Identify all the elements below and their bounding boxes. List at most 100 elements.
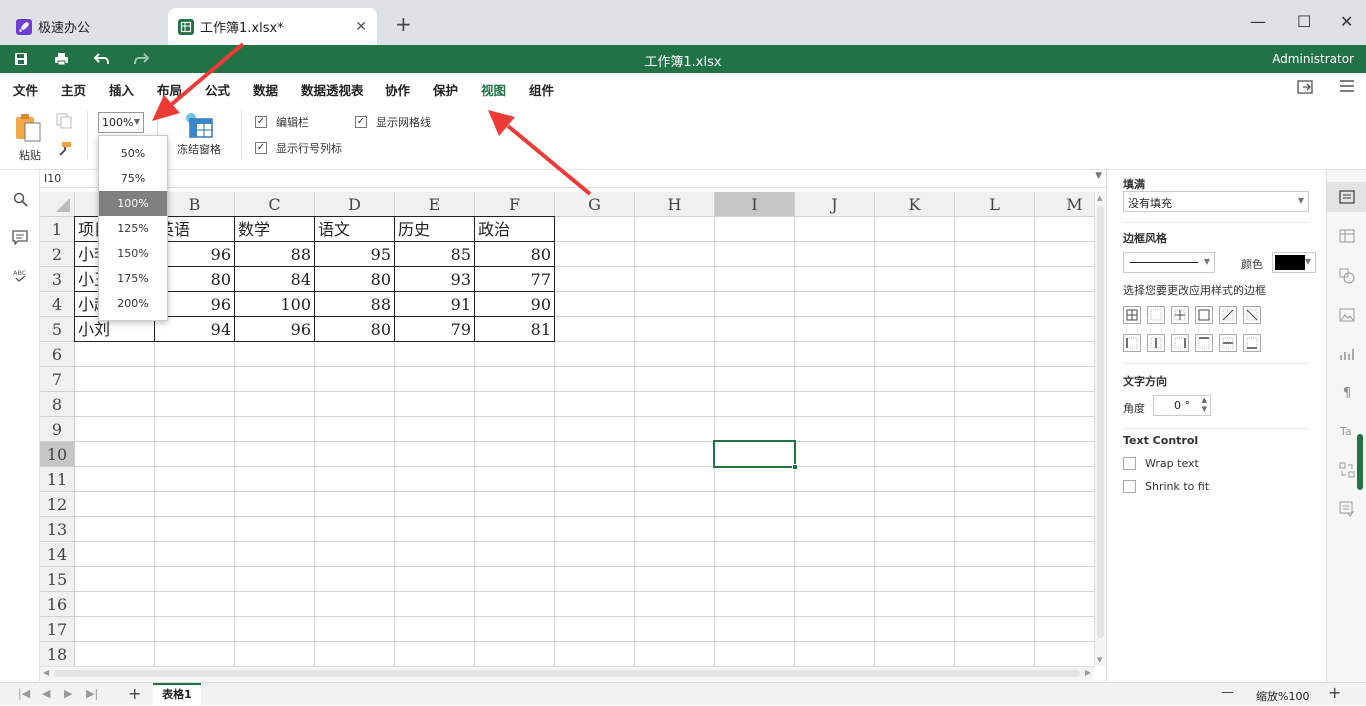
cell-d5[interactable]: 80 — [315, 317, 394, 342]
column-header-j[interactable]: J — [795, 192, 875, 217]
cell-c4[interactable]: 100 — [235, 292, 314, 317]
border-diagonal-down-icon[interactable] — [1243, 306, 1261, 324]
comment-icon[interactable] — [11, 228, 29, 246]
zoom-option-50[interactable]: 50% — [99, 141, 167, 166]
cell-settings-icon[interactable] — [1327, 182, 1366, 212]
zoom-option-75[interactable]: 75% — [99, 166, 167, 191]
cell-f5[interactable]: 81 — [475, 317, 554, 342]
cell-e2[interactable]: 85 — [395, 242, 474, 267]
new-tab-button[interactable]: + — [395, 12, 412, 36]
scroll-down-icon[interactable]: ▼ — [1097, 656, 1102, 664]
cell-e4[interactable]: 91 — [395, 292, 474, 317]
border-bottom-icon[interactable] — [1243, 334, 1261, 352]
name-box[interactable]: I10 — [44, 172, 61, 185]
border-line-select[interactable]: ▼ — [1123, 252, 1215, 273]
text-art-icon[interactable]: Ta — [1339, 424, 1355, 440]
cell-c2[interactable]: 88 — [235, 242, 314, 267]
format-painter-icon[interactable] — [56, 141, 72, 160]
cell-e1[interactable]: 历史 — [395, 217, 474, 242]
column-header-f[interactable]: F — [475, 192, 555, 217]
horizontal-scrollbar[interactable]: ◀ ▶ — [40, 666, 1094, 680]
menu-data[interactable]: 数据 — [253, 80, 278, 99]
row-header-12[interactable]: 12 — [40, 492, 75, 517]
active-cell-selection[interactable] — [713, 440, 796, 468]
paragraph-icon[interactable]: ¶ — [1339, 385, 1355, 401]
next-sheet-icon[interactable]: ▶ — [64, 687, 72, 700]
menu-home[interactable]: 主页 — [61, 80, 86, 99]
menu-protect[interactable]: 保护 — [433, 80, 458, 99]
sheet-tab-1[interactable]: 表格1 — [153, 683, 201, 706]
border-diagonal-up-icon[interactable] — [1219, 306, 1237, 324]
paste-icon[interactable] — [14, 113, 44, 146]
column-header-h[interactable]: H — [635, 192, 715, 217]
menu-view[interactable]: 视图 — [481, 80, 507, 105]
cell-c3[interactable]: 84 — [235, 267, 314, 292]
prev-sheet-icon[interactable]: ◀ — [42, 687, 50, 700]
headings-checkbox[interactable]: ✓ 显示行号列标 — [255, 140, 342, 156]
column-header-g[interactable]: G — [555, 192, 635, 217]
column-header-m[interactable]: M — [1035, 192, 1094, 217]
zoom-out-button[interactable]: — — [1221, 685, 1234, 700]
export-icon[interactable] — [1297, 79, 1315, 98]
border-all-icon[interactable] — [1123, 306, 1141, 324]
cell-e5[interactable]: 79 — [395, 317, 474, 342]
zoom-option-175[interactable]: 175% — [99, 266, 167, 291]
column-header-l[interactable]: L — [955, 192, 1035, 217]
border-right-icon[interactable] — [1171, 334, 1189, 352]
row-header-2[interactable]: 2 — [40, 242, 75, 267]
spreadsheet-grid[interactable]: ABCDEFGHIJKLM123456789101112131415161718… — [40, 192, 1094, 666]
border-center-vertical-icon[interactable] — [1147, 334, 1165, 352]
select-all-corner[interactable] — [40, 192, 75, 217]
scroll-up-icon[interactable]: ▲ — [1097, 194, 1102, 202]
menu-file[interactable]: 文件 — [13, 80, 38, 99]
fill-handle[interactable] — [792, 464, 798, 470]
cell-f3[interactable]: 77 — [475, 267, 554, 292]
stepper-arrows-icon[interactable]: ▲ ▼ — [1202, 396, 1207, 414]
cell-d3[interactable]: 80 — [315, 267, 394, 292]
cell-d2[interactable]: 95 — [315, 242, 394, 267]
menu-pivot-table[interactable]: 数据透视表 — [301, 80, 364, 99]
column-header-d[interactable]: D — [315, 192, 395, 217]
zoom-select[interactable]: 100% ▼ — [98, 112, 144, 133]
spellcheck-icon[interactable]: ABC — [11, 266, 29, 284]
signature-icon[interactable] — [1339, 501, 1355, 517]
gridlines-checkbox[interactable]: ✓ 显示网格线 — [355, 114, 431, 130]
menu-components[interactable]: 组件 — [529, 80, 554, 99]
close-tab-icon[interactable]: ✕ — [355, 19, 367, 35]
row-header-10[interactable]: 10 — [40, 442, 75, 467]
cell-f2[interactable]: 80 — [475, 242, 554, 267]
cell-f4[interactable]: 90 — [475, 292, 554, 317]
vertical-scroll-thumb[interactable] — [1097, 206, 1104, 638]
border-color-picker[interactable]: ▼ — [1272, 252, 1316, 273]
row-header-17[interactable]: 17 — [40, 617, 75, 642]
border-inner-icon[interactable] — [1171, 306, 1189, 324]
copy-icon[interactable] — [56, 113, 72, 132]
horizontal-scroll-thumb[interactable] — [54, 670, 1080, 677]
zoom-in-button[interactable]: + — [1328, 683, 1341, 702]
border-top-icon[interactable] — [1195, 334, 1213, 352]
cell-c5[interactable]: 96 — [235, 317, 314, 342]
row-header-16[interactable]: 16 — [40, 592, 75, 617]
chart-settings-icon[interactable] — [1339, 346, 1355, 362]
row-header-18[interactable]: 18 — [40, 642, 75, 666]
border-none-icon[interactable] — [1147, 306, 1165, 324]
shape-settings-icon[interactable] — [1339, 268, 1355, 284]
vertical-scrollbar[interactable]: ▲ ▼ — [1094, 192, 1106, 666]
row-header-7[interactable]: 7 — [40, 367, 75, 392]
border-center-horizontal-icon[interactable] — [1219, 334, 1237, 352]
formula-bar-checkbox[interactable]: ✓ 编辑栏 — [255, 114, 309, 130]
cell-d1[interactable]: 语文 — [315, 217, 394, 242]
zoom-option-100[interactable]: 100% — [99, 191, 167, 216]
cell-c1[interactable]: 数学 — [235, 217, 314, 242]
fill-select[interactable]: 没有填充 ▼ — [1123, 191, 1309, 212]
scroll-left-icon[interactable]: ◀ — [43, 668, 49, 677]
row-header-4[interactable]: 4 — [40, 292, 75, 317]
row-header-8[interactable]: 8 — [40, 392, 75, 417]
shrink-to-fit-checkbox[interactable] — [1123, 480, 1136, 493]
scroll-right-icon[interactable]: ▶ — [1085, 668, 1091, 677]
row-header-6[interactable]: 6 — [40, 342, 75, 367]
wrap-text-checkbox[interactable] — [1123, 457, 1136, 470]
row-header-11[interactable]: 11 — [40, 467, 75, 492]
first-sheet-icon[interactable]: |◀ — [18, 687, 30, 700]
freeze-panes-icon[interactable] — [184, 112, 214, 141]
